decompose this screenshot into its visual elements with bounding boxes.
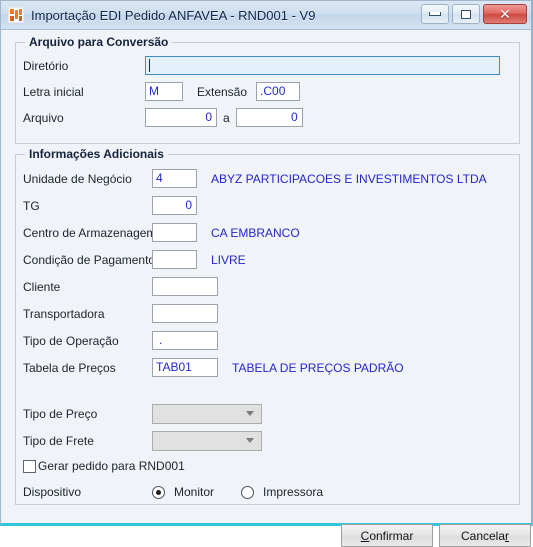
description-tabela-de-precos: TABELA DE PREÇOS PADRÃO xyxy=(232,360,404,375)
cancel-accel: Cancelar xyxy=(460,528,510,543)
field-unidade-de-negocio: Unidade de Negócio 4 ABYZ PARTICIPACOES … xyxy=(23,169,487,188)
label-transportadora: Transportadora xyxy=(23,306,105,321)
app-icon xyxy=(8,7,24,23)
field-tg: TG 0 xyxy=(23,196,197,215)
label-tipo-de-frete: Tipo de Frete xyxy=(23,434,94,448)
input-centro-de-armazenagem[interactable] xyxy=(152,223,197,242)
confirm-button[interactable]: Confirmar xyxy=(341,524,433,547)
title-bar: Importação EDI Pedido ANFAVEA - RND001 -… xyxy=(1,1,531,30)
chevron-down-icon xyxy=(246,438,254,443)
field-condicao-de-pagamento: Condição de Pagamento LIVRE xyxy=(23,250,246,269)
label-extensao: Extensão xyxy=(197,84,248,99)
checkbox-label: Gerar pedido para RND001 xyxy=(38,459,185,473)
field-centro-de-armazenagem: Centro de Armazenagem CA EMBRANCO xyxy=(23,223,300,242)
label-diretorio: Diretório xyxy=(23,58,69,73)
close-icon: ✕ xyxy=(499,6,511,22)
field-letra-inicial: Letra inicial M Extensão .C00 xyxy=(23,82,301,101)
field-tabela-de-precos: Tabela de Preços TAB01 TABELA DE PREÇOS … xyxy=(23,358,404,377)
field-cliente: Cliente xyxy=(23,277,218,296)
input-tipo-de-operacao[interactable]: . xyxy=(152,331,218,350)
maximize-button[interactable] xyxy=(452,4,480,24)
radio-impressora-label: Impressora xyxy=(263,485,324,499)
label-tabela-de-precos: Tabela de Preços xyxy=(23,360,116,375)
select-tipo-de-preco[interactable] xyxy=(152,404,262,424)
dialog-body: Arquivo para Conversão Diretório Letra i… xyxy=(1,30,531,547)
group-informacoes-legend: Informações Adicionais xyxy=(25,147,168,161)
input-arquivo-de[interactable]: 0 xyxy=(145,108,217,127)
input-letra-inicial[interactable]: M xyxy=(145,82,183,101)
description-unidade-de-negocio: ABYZ PARTICIPACOES E INVESTIMENTOS LTDA xyxy=(211,171,487,186)
checkbox-box[interactable] xyxy=(23,459,36,473)
radio-monitor[interactable] xyxy=(152,485,165,499)
label-tg: TG xyxy=(23,198,40,213)
cancel-button[interactable]: Cancelar xyxy=(439,524,531,547)
radio-monitor-label: Monitor xyxy=(174,485,215,499)
label-arquivo: Arquivo xyxy=(23,110,64,125)
input-diretorio[interactable] xyxy=(145,56,500,75)
maximize-icon xyxy=(461,9,471,19)
label-dispositivo: Dispositivo xyxy=(23,485,82,499)
input-unidade-de-negocio[interactable]: 4 xyxy=(152,169,197,188)
label-unidade-de-negocio: Unidade de Negócio xyxy=(23,171,132,186)
field-dispositivo: Dispositivo Monitor Impressora xyxy=(23,485,323,499)
input-transportadora[interactable] xyxy=(152,304,218,323)
description-centro-de-armazenagem: CA EMBRANCO xyxy=(211,225,300,240)
label-arquivo-separator: a xyxy=(223,110,230,125)
select-tipo-de-frete[interactable] xyxy=(152,431,262,451)
text-caret xyxy=(149,58,150,72)
chevron-down-icon xyxy=(246,411,254,416)
confirm-accel: Confirmar xyxy=(360,528,414,543)
dialog-window: Importação EDI Pedido ANFAVEA - RND001 -… xyxy=(0,0,533,547)
group-arquivo-legend: Arquivo para Conversão xyxy=(25,35,173,49)
label-letra-inicial: Letra inicial xyxy=(23,84,84,99)
label-tipo-de-operacao: Tipo de Operação xyxy=(23,333,119,348)
field-transportadora: Transportadora xyxy=(23,304,218,323)
input-arquivo-ate[interactable]: 0 xyxy=(235,108,303,127)
field-diretorio: Diretório xyxy=(23,56,500,75)
window-controls: ✕ xyxy=(421,4,527,24)
input-condicao-de-pagamento[interactable] xyxy=(152,250,197,269)
label-cliente: Cliente xyxy=(23,279,61,294)
field-arquivo: Arquivo 0 a 0 xyxy=(23,108,303,127)
close-button[interactable]: ✕ xyxy=(483,4,527,24)
field-tipo-de-preco: Tipo de Preço xyxy=(23,404,262,424)
field-tipo-de-frete: Tipo de Frete xyxy=(23,431,262,451)
radio-impressora[interactable] xyxy=(241,485,255,499)
input-tg[interactable]: 0 xyxy=(152,196,197,215)
field-tipo-de-operacao: Tipo de Operação . xyxy=(23,331,218,350)
checkbox-gerar-pedido[interactable]: Gerar pedido para RND001 xyxy=(23,459,185,473)
minimize-button[interactable] xyxy=(421,4,449,24)
label-tipo-de-preco: Tipo de Preço xyxy=(23,407,98,421)
input-tabela-de-precos[interactable]: TAB01 xyxy=(152,358,218,377)
description-condicao-de-pagamento: LIVRE xyxy=(211,252,246,267)
minimize-icon xyxy=(429,12,441,16)
input-cliente[interactable] xyxy=(152,277,218,296)
input-extensao[interactable]: .C00 xyxy=(256,82,301,101)
label-centro-de-armazenagem: Centro de Armazenagem xyxy=(23,225,157,240)
label-condicao-de-pagamento: Condição de Pagamento xyxy=(23,252,156,267)
window-title: Importação EDI Pedido ANFAVEA - RND001 -… xyxy=(31,7,316,23)
